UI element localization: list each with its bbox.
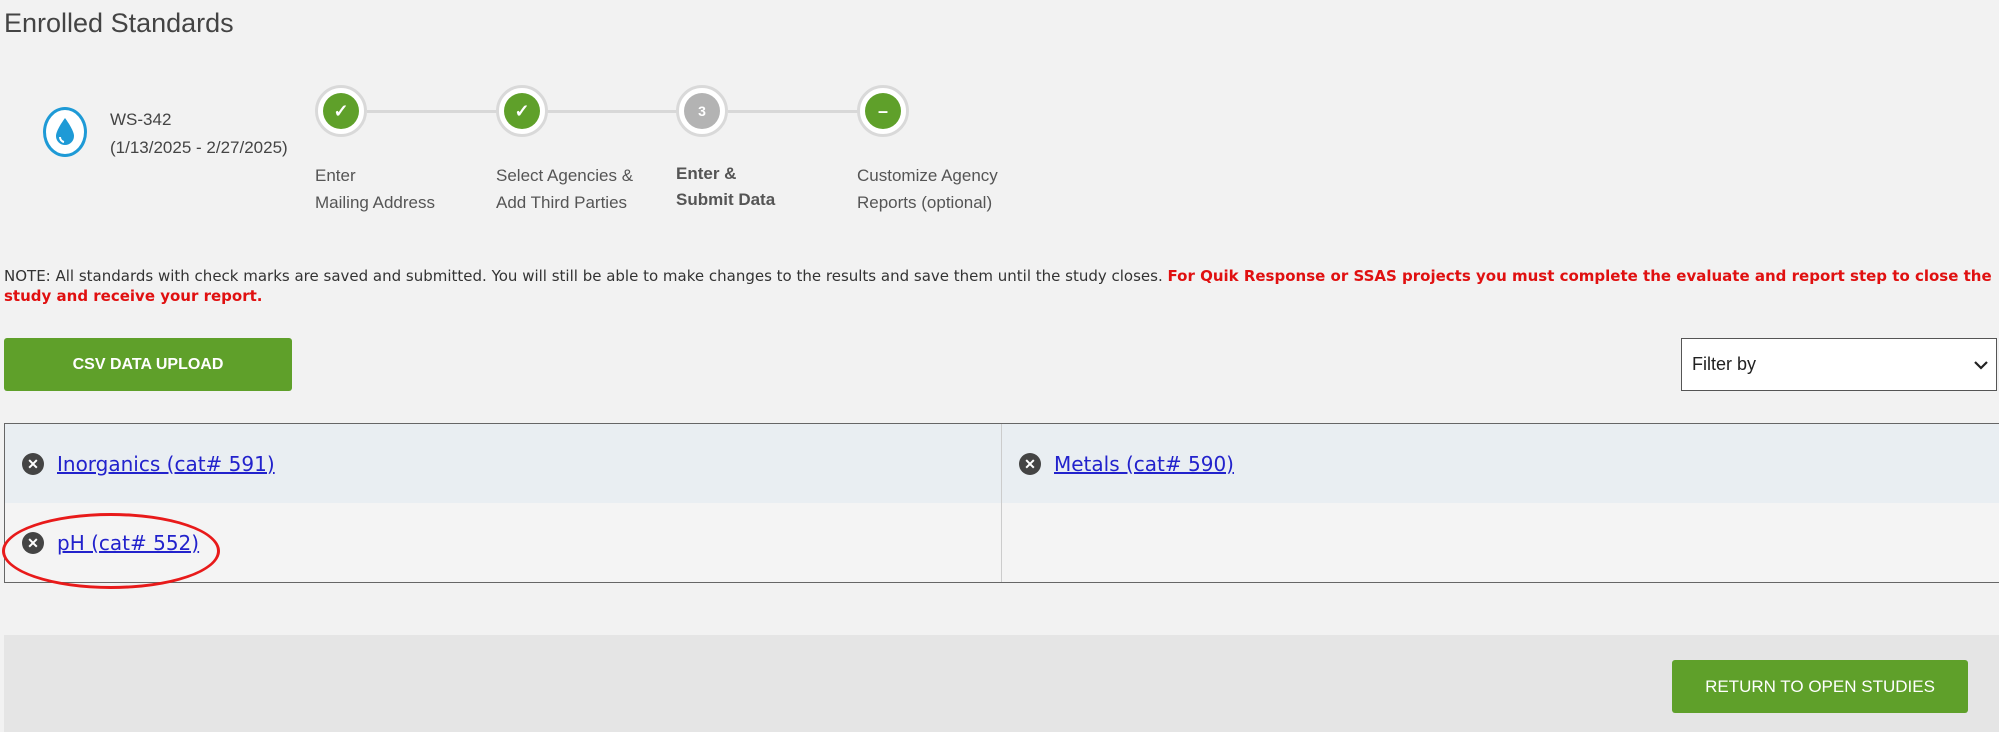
- note-text: NOTE: All standards with check marks are…: [4, 267, 1168, 285]
- dash-icon: –: [865, 93, 901, 129]
- water-drop-icon: [43, 107, 87, 157]
- page-title: Enrolled Standards: [4, 8, 234, 38]
- table-row: ✕ pH (cat# 552): [5, 503, 1999, 582]
- study-id: WS-342: [110, 110, 172, 129]
- step-1-label[interactable]: Enter Mailing Address: [315, 162, 435, 216]
- step-4-label[interactable]: Customize Agency Reports (optional): [857, 162, 998, 216]
- step-3-indicator: 3: [676, 85, 728, 137]
- filter-selected-value: Filter by: [1692, 354, 1757, 374]
- standard-link[interactable]: Inorganics (cat# 591): [57, 452, 275, 476]
- submission-note: NOTE: All standards with check marks are…: [4, 266, 1994, 306]
- standard-cell: ✕ Metals (cat# 590): [1002, 424, 1999, 503]
- step-2-indicator: ✓: [496, 85, 548, 137]
- standard-link[interactable]: Metals (cat# 590): [1054, 452, 1234, 476]
- csv-data-upload-button[interactable]: CSV DATA UPLOAD: [4, 338, 292, 391]
- remove-icon[interactable]: ✕: [1019, 452, 1041, 475]
- step-1-indicator: ✓: [315, 85, 367, 137]
- step-4-indicator: –: [857, 85, 909, 137]
- filter-select[interactable]: Filter by: [1681, 338, 1997, 391]
- step-connector: [728, 110, 858, 113]
- remove-icon[interactable]: ✕: [22, 452, 44, 475]
- step-connector: [547, 110, 678, 113]
- standard-cell: ✕ pH (cat# 552): [5, 503, 1002, 582]
- chevron-down-icon: [1974, 360, 1988, 370]
- step-2-label[interactable]: Select Agencies & Add Third Parties: [496, 162, 633, 216]
- enrolled-standards-grid: ✕ Inorganics (cat# 591) ✕ Metals (cat# 5…: [4, 423, 1999, 583]
- table-row: ✕ Inorganics (cat# 591) ✕ Metals (cat# 5…: [5, 424, 1999, 503]
- step-3-label: Enter & Submit Data: [676, 164, 776, 209]
- study-dates: (1/13/2025 - 2/27/2025): [110, 138, 288, 157]
- checkmark-icon: ✓: [323, 93, 359, 129]
- standard-link[interactable]: pH (cat# 552): [57, 531, 199, 555]
- step-connector: [367, 110, 497, 113]
- return-to-open-studies-button[interactable]: RETURN TO OPEN STUDIES: [1672, 660, 1968, 713]
- empty-cell: [1002, 503, 1999, 582]
- standard-cell: ✕ Inorganics (cat# 591): [5, 424, 1002, 503]
- checkmark-icon: ✓: [504, 93, 540, 129]
- step-number: 3: [684, 93, 720, 129]
- remove-icon[interactable]: ✕: [22, 531, 44, 554]
